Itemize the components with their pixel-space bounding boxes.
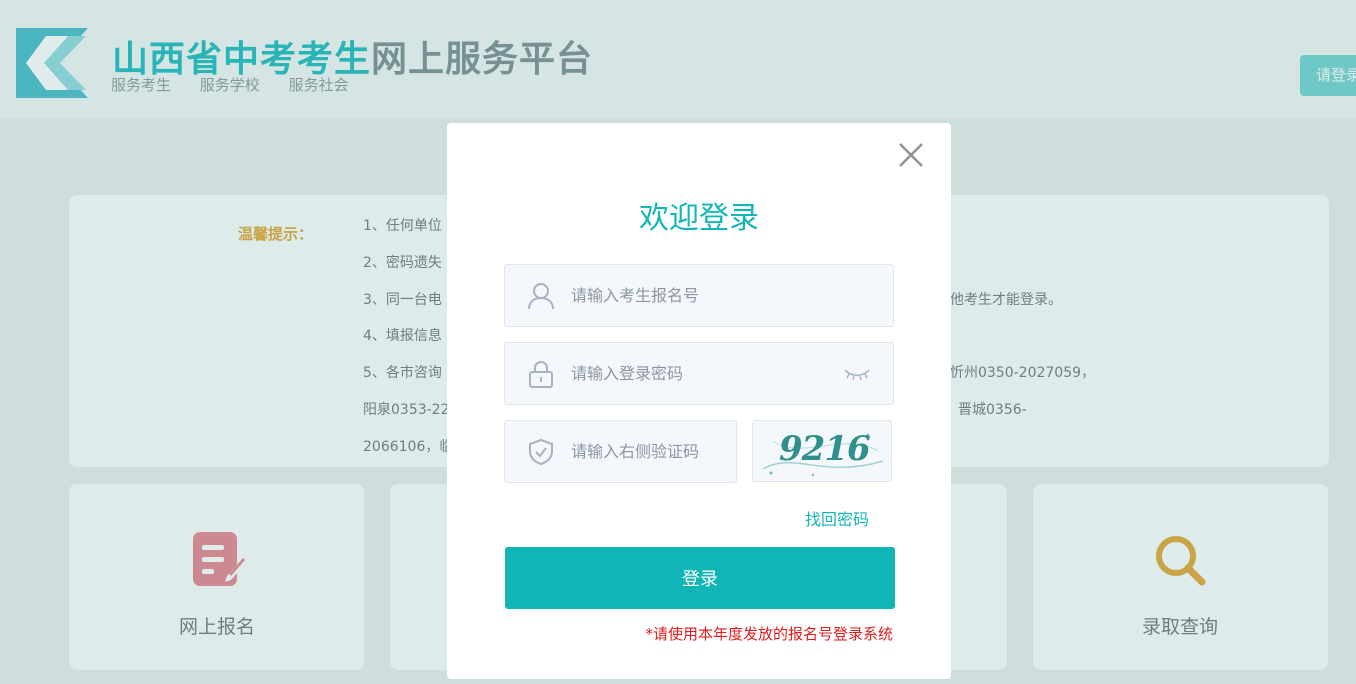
captcha-image[interactable]: 9216: [752, 420, 892, 482]
captcha-input[interactable]: [571, 421, 731, 482]
lock-icon: [529, 360, 553, 388]
captcha-text: 9216: [779, 429, 871, 469]
username-input[interactable]: [571, 265, 871, 326]
password-input[interactable]: [571, 343, 821, 404]
find-password-link[interactable]: 找回密码: [805, 506, 869, 530]
username-field[interactable]: [504, 264, 894, 327]
modal-title: 欢迎登录: [639, 201, 759, 236]
login-button[interactable]: 登录: [505, 547, 895, 609]
user-icon: [528, 283, 554, 310]
close-icon[interactable]: [897, 141, 925, 169]
captcha-field[interactable]: [504, 420, 737, 483]
password-field[interactable]: [504, 342, 894, 405]
eye-closed-icon[interactable]: [843, 367, 871, 381]
login-modal: 欢迎登录 请输入考生报名号 请输入右侧验证码 9216 找回密码 登录 *请使用…: [447, 123, 951, 679]
shield-check-icon: [529, 438, 553, 466]
login-hint: *请使用本年度发放的报名号登录系统: [645, 625, 893, 643]
